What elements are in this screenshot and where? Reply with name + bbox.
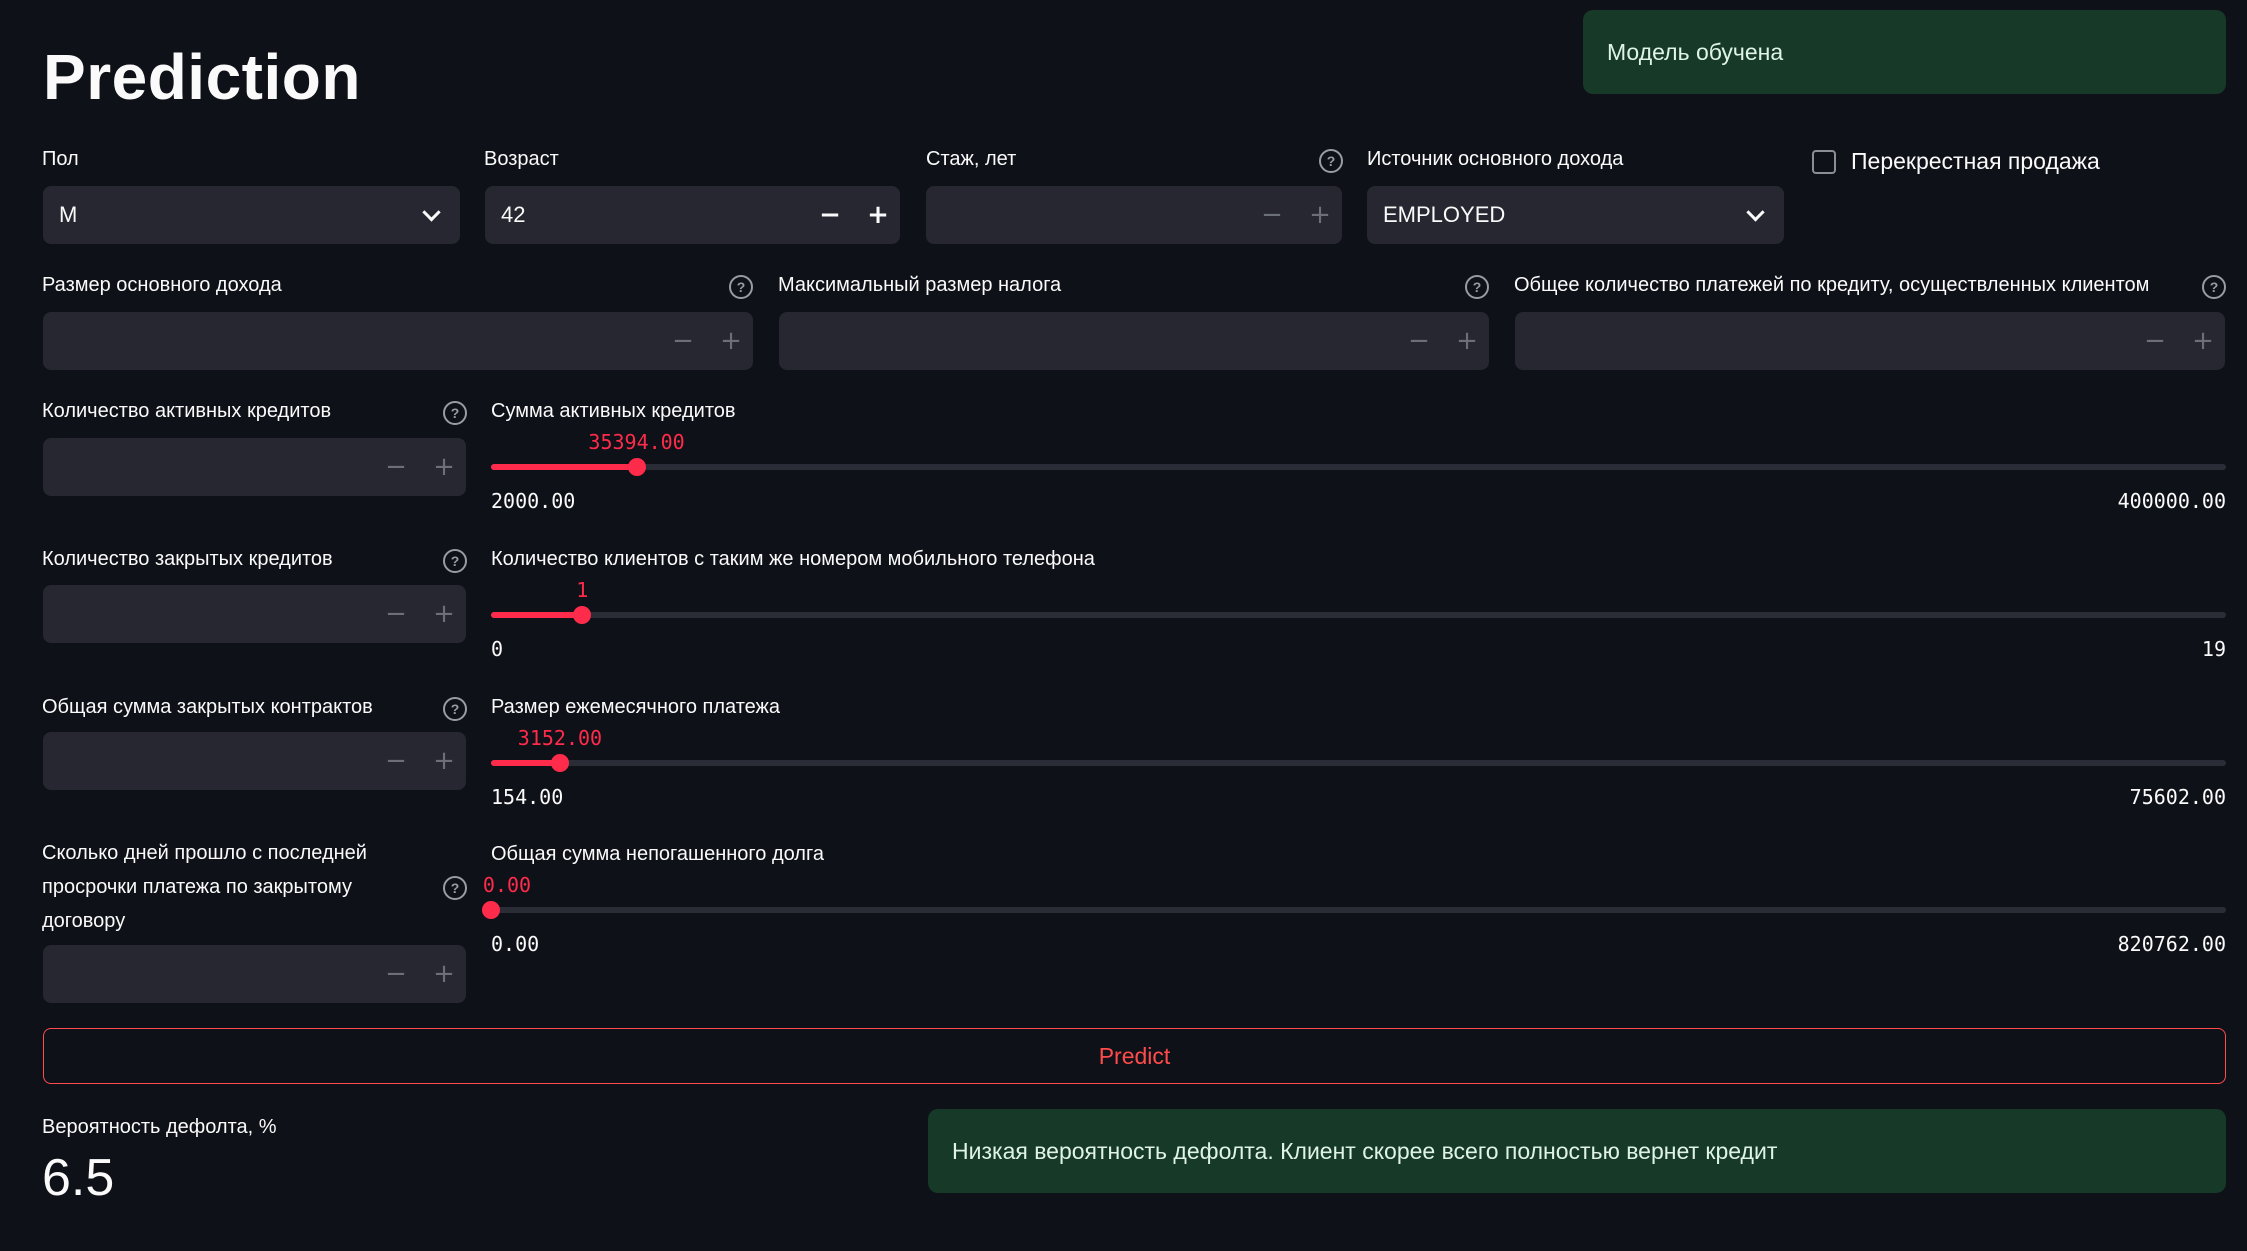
age-decrement-button[interactable]: −: [810, 186, 850, 244]
cross-sell-label[interactable]: Перекрестная продажа: [1851, 148, 2100, 175]
income-source-label: Источник основного дохода: [1367, 148, 1624, 170]
result-value: 6.5: [42, 1149, 115, 1207]
age-input[interactable]: 42 − +: [485, 186, 900, 244]
slider-max: 19: [2201, 637, 2226, 661]
slider-track[interactable]: [491, 760, 2226, 766]
income-label: Размер основного дохода: [42, 274, 282, 296]
income-source-value: EMPLOYED: [1383, 202, 1506, 227]
slider-value: 1: [576, 578, 589, 602]
days-since-overdue-input[interactable]: − +: [43, 945, 466, 1003]
age-value: 42: [501, 202, 526, 227]
slider-track[interactable]: [491, 464, 2226, 470]
income-input[interactable]: − +: [43, 312, 753, 370]
slider-thumb[interactable]: [627, 458, 646, 476]
help-icon[interactable]: ?: [443, 697, 467, 721]
slider-value: 35394.00: [588, 430, 685, 454]
closed-contracts-sum-decrement-button[interactable]: −: [376, 732, 416, 790]
slider-label: Количество клиентов с таким же номером м…: [491, 548, 1095, 570]
active-loans-count-increment-button[interactable]: +: [424, 438, 464, 496]
slider-max: 400000.00: [2117, 489, 2226, 513]
total-payments-decrement-button[interactable]: −: [2135, 312, 2175, 370]
age-increment-button[interactable]: +: [858, 186, 898, 244]
gender-label: Пол: [42, 148, 79, 170]
chevron-down-icon: [1746, 203, 1765, 222]
total-payments-input[interactable]: − +: [1515, 312, 2225, 370]
slider-fill: [491, 464, 637, 470]
days-since-overdue-increment-button[interactable]: +: [424, 945, 464, 1003]
active-loans-count-input[interactable]: − +: [43, 438, 466, 496]
days-since-overdue-decrement-button[interactable]: −: [376, 945, 416, 1003]
closed-contracts-sum-label: Общая сумма закрытых контрактов: [42, 696, 373, 718]
result-message-alert: Низкая вероятность дефолта. Клиент скоре…: [928, 1109, 2226, 1193]
slider-max: 820762.00: [2117, 932, 2226, 956]
gender-value: M: [59, 202, 78, 227]
income-decrement-button[interactable]: −: [663, 312, 703, 370]
predict-button[interactable]: Predict: [43, 1028, 2226, 1084]
closed-loans-count-decrement-button[interactable]: −: [376, 585, 416, 643]
slider-track[interactable]: [491, 907, 2226, 913]
help-icon[interactable]: ?: [443, 401, 467, 425]
total-payments-label: Общее количество платежей по кредиту, ос…: [1514, 274, 2150, 296]
closed-contracts-sum-input[interactable]: − +: [43, 732, 466, 790]
chevron-down-icon: [422, 203, 441, 222]
page-title: Prediction: [43, 41, 361, 113]
slider-value: 3152.00: [517, 726, 603, 750]
cross-sell-checkbox[interactable]: [1812, 150, 1836, 174]
slider-fill: [491, 612, 583, 618]
max-tax-increment-button[interactable]: +: [1447, 312, 1487, 370]
slider-max: 75602.00: [2129, 785, 2226, 809]
max-tax-decrement-button[interactable]: −: [1399, 312, 1439, 370]
max-tax-input[interactable]: − +: [779, 312, 1489, 370]
closed-loans-count-increment-button[interactable]: +: [424, 585, 464, 643]
help-icon[interactable]: ?: [443, 876, 467, 900]
help-icon[interactable]: ?: [1465, 275, 1489, 299]
slider-min: 0.00: [491, 932, 540, 956]
age-label: Возраст: [484, 148, 559, 170]
income-increment-button[interactable]: +: [711, 312, 751, 370]
gender-select[interactable]: M: [43, 186, 460, 244]
total-payments-increment-button[interactable]: +: [2183, 312, 2223, 370]
help-icon[interactable]: ?: [2202, 275, 2226, 299]
slider-label: Размер ежемесячного платежа: [491, 696, 781, 718]
slider-thumb[interactable]: [573, 606, 592, 624]
result-label: Вероятность дефолта, %: [42, 1116, 277, 1138]
closed-contracts-sum-increment-button[interactable]: +: [424, 732, 464, 790]
slider-min: 154.00: [491, 785, 564, 809]
days-since-overdue-label: Сколько дней прошло с последней просрочк…: [42, 842, 367, 932]
help-icon[interactable]: ?: [1319, 149, 1343, 173]
help-icon[interactable]: ?: [729, 275, 753, 299]
slider-min: 2000.00: [491, 489, 576, 513]
closed-loans-count-input[interactable]: − +: [43, 585, 466, 643]
help-icon[interactable]: ?: [443, 549, 467, 573]
toast-text: Модель обучена: [1607, 38, 1784, 65]
success-toast: Модель обучена: [1583, 10, 2226, 94]
slider-label: Общая сумма непогашенного долга: [491, 843, 824, 865]
slider-thumb[interactable]: [550, 754, 569, 772]
active-loans-count-decrement-button[interactable]: −: [376, 438, 416, 496]
slider-min: 0: [491, 637, 504, 661]
slider-thumb[interactable]: [482, 901, 500, 919]
slider-fill: [491, 760, 560, 766]
app-page: Prediction Модель обучена Пол M Возраст …: [0, 0, 2247, 1251]
max-tax-label: Максимальный размер налога: [778, 274, 1062, 296]
closed-loans-count-label: Количество закрытых кредитов: [42, 548, 333, 570]
experience-label: Стаж, лет: [926, 148, 1017, 170]
active-loans-count-label: Количество активных кредитов: [42, 400, 332, 422]
income-source-select[interactable]: EMPLOYED: [1367, 186, 1784, 244]
slider-track[interactable]: [491, 612, 2226, 618]
result-message-text: Низкая вероятность дефолта. Клиент скоре…: [952, 1137, 1778, 1164]
experience-decrement-button[interactable]: −: [1252, 186, 1292, 244]
slider-value: 0.00: [482, 873, 532, 897]
experience-increment-button[interactable]: +: [1300, 186, 1340, 244]
slider-label: Сумма активных кредитов: [491, 400, 736, 422]
experience-input[interactable]: − +: [926, 186, 1342, 244]
